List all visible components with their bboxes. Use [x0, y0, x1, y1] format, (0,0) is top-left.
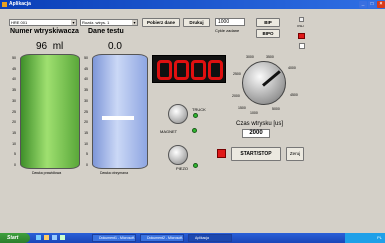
left-value-number: 96: [36, 41, 48, 52]
middle-tank-level-marker: [102, 115, 134, 120]
middle-scale-tick: 15: [84, 130, 88, 135]
middle-scale-tick: 25: [84, 109, 88, 114]
dial-label-3000: 3000: [246, 55, 254, 59]
cycles-label: Cykle zadane: [215, 28, 240, 33]
middle-value: 0.0: [108, 41, 122, 52]
chevron-down-icon: ▾: [71, 20, 76, 25]
truck-knob[interactable]: [168, 104, 188, 124]
middle-scale-tick: 45: [84, 66, 88, 71]
injection-time-field[interactable]: 2000: [242, 129, 270, 138]
task-app[interactable]: Aplikacja: [188, 234, 232, 242]
digit-4: [208, 60, 223, 80]
middle-scale: 50 45 40 35 30 25 20 15 10 5 0: [82, 56, 88, 167]
middle-tank-label: Dawka otrzymana: [100, 171, 129, 175]
middle-scale-tick: 0: [86, 163, 88, 167]
left-value: 96 ml: [36, 41, 63, 52]
digital-display: 0000: [152, 55, 226, 83]
dial-label-1500: 1500: [238, 106, 246, 110]
window-title: Aplikacja: [9, 1, 31, 7]
magnet-label: MAGNET: [160, 129, 178, 134]
injector-select[interactable]: HRE 001 ▾: [9, 19, 77, 26]
dial-label-2000: 2000: [232, 94, 240, 98]
left-scale-tick: 5: [14, 152, 16, 157]
left-scale-tick: 0: [14, 163, 16, 167]
print-button[interactable]: Drukuj: [183, 18, 210, 27]
middle-tank: [92, 54, 148, 169]
rail-select[interactable]: Rozdz. wtrys. 1 ▾: [80, 19, 138, 26]
left-scale-tick: 45: [12, 66, 16, 71]
dial-label-5000: 5000: [272, 107, 280, 111]
folder-icon[interactable]: [44, 235, 49, 240]
minimize-button[interactable]: _: [359, 1, 367, 8]
stop-indicator: [217, 149, 226, 158]
fetch-data-button[interactable]: Pobierz dane: [142, 18, 180, 27]
indicator-box-2: [299, 43, 305, 49]
truck-led: [193, 113, 198, 118]
task-word-1[interactable]: Dokument1 - Microsoft...: [92, 234, 136, 242]
indicator-box: [299, 17, 304, 22]
piezo-led: [193, 163, 198, 168]
left-scale-tick: 50: [12, 56, 16, 60]
piezo-label: PIEZO: [176, 166, 189, 171]
osh-label: OSH: [297, 24, 304, 28]
dial-pointer: [262, 70, 281, 87]
start-button[interactable]: Start: [0, 233, 30, 243]
left-scale-tick: 10: [12, 141, 16, 146]
close-button[interactable]: ×: [377, 1, 385, 8]
application-panel: HRE 001 ▾ Rozdz. wtrys. 1 ▾ Pobierz dane D…: [0, 9, 385, 233]
left-scale-tick: 40: [12, 77, 16, 82]
desktop-icon[interactable]: [52, 235, 57, 240]
bipo-button[interactable]: BIPO: [256, 29, 280, 38]
dial-label-2500: 2500: [233, 72, 241, 76]
left-scale-tick: 30: [12, 98, 16, 103]
ie-icon[interactable]: [36, 235, 41, 240]
dial-label-4500: 4500: [290, 93, 298, 97]
digit-1: [157, 60, 172, 80]
left-scale-tick: 20: [12, 120, 16, 125]
tray-language: PL: [377, 235, 382, 240]
taskbar: Start Dokument1 - Microsoft... Dokument2…: [0, 233, 385, 243]
maximize-button[interactable]: □: [368, 1, 376, 8]
start-stop-button[interactable]: START/STOP: [231, 147, 281, 161]
bip-button[interactable]: BIP: [256, 18, 280, 27]
middle-scale-tick: 20: [84, 120, 88, 125]
rail-select-value: Rozdz. wtrys. 1: [82, 20, 110, 25]
injection-time-dial[interactable]: [242, 61, 286, 105]
task-word-2[interactable]: Dokument2 - Microsoft...: [140, 234, 184, 242]
app-icon: [2, 2, 7, 7]
injection-time-caption: Czas wtrysku [us]: [236, 121, 284, 127]
left-value-unit: ml: [52, 41, 64, 52]
dial-label-1000: 1000: [250, 111, 258, 115]
middle-scale-tick: 50: [84, 56, 88, 60]
dial-label-4000: 4000: [288, 66, 296, 70]
middle-scale-tick: 5: [86, 152, 88, 157]
digit-2: [174, 60, 189, 80]
status-led-red: [298, 33, 305, 39]
digit-3: [191, 60, 206, 80]
piezo-knob[interactable]: [168, 145, 188, 165]
middle-title: Dane testu: [88, 28, 124, 35]
system-tray: PL: [345, 233, 385, 243]
truck-label: TRUCK: [192, 107, 206, 112]
chevron-down-icon: ▾: [132, 20, 137, 25]
title-bar: Aplikacja _ □ ×: [0, 0, 385, 9]
dial-label-3500: 3500: [266, 55, 274, 59]
left-scale-tick: 25: [12, 109, 16, 114]
left-title: Numer wtryskiwacza: [10, 28, 79, 35]
left-scale: 50 45 40 35 30 25 20 15 10 5 0: [10, 56, 16, 167]
cycles-field[interactable]: 1000: [215, 18, 245, 26]
middle-scale-tick: 40: [84, 77, 88, 82]
injector-select-value: HRE 001: [11, 20, 28, 25]
quick-launch: [34, 235, 84, 241]
middle-scale-tick: 30: [84, 98, 88, 103]
left-tank-label: Dawka prawidłowa: [32, 171, 62, 175]
middle-scale-tick: 35: [84, 88, 88, 93]
app-launch-icon[interactable]: [60, 235, 65, 240]
middle-scale-tick: 10: [84, 141, 88, 146]
left-tank: [20, 54, 80, 169]
reset-button[interactable]: Zeruj: [286, 147, 304, 161]
magnet-led: [192, 128, 197, 133]
left-scale-tick: 35: [12, 88, 16, 93]
left-scale-tick: 15: [12, 130, 16, 135]
